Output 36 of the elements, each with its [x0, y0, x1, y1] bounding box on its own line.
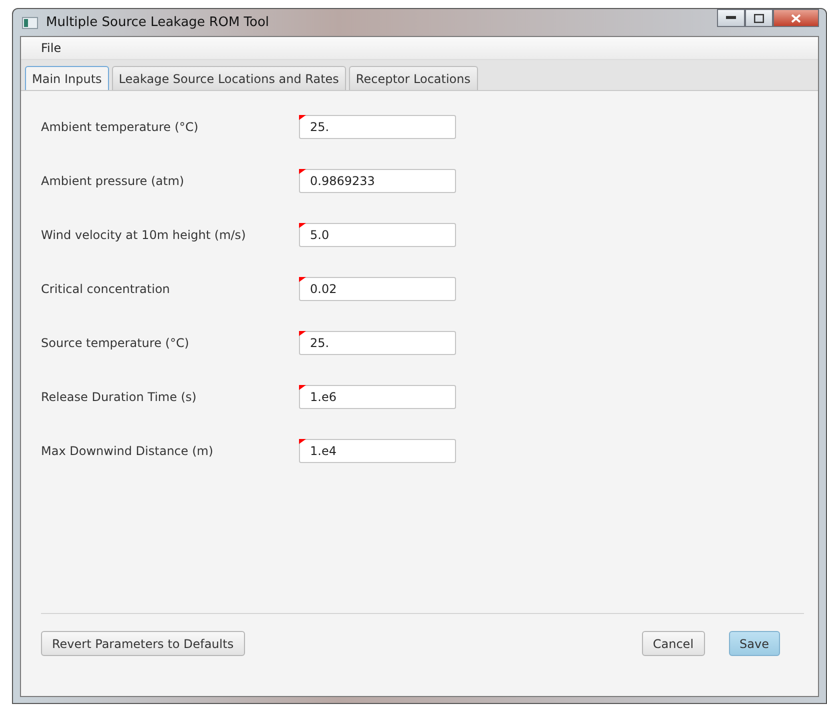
field-label: Ambient temperature (°C): [41, 120, 200, 134]
action-button[interactable]: Save: [728, 631, 780, 656]
field-label: Wind velocity at 10m height (m/s): [41, 228, 247, 242]
corner-mark-icon: [299, 169, 306, 174]
tab[interactable]: Main Inputs: [25, 66, 109, 90]
maximize-button[interactable]: [745, 9, 773, 27]
app-icon: [22, 16, 38, 28]
close-button[interactable]: [773, 9, 819, 27]
field-label: Ambient pressure (atm): [41, 174, 186, 188]
input-field[interactable]: 1.e6: [299, 385, 456, 409]
corner-mark-icon: [299, 385, 306, 390]
tab[interactable]: Leakage Source Locations and Rates: [112, 66, 346, 90]
input-field[interactable]: 1.e4: [299, 439, 456, 463]
corner-mark-icon: [299, 223, 306, 228]
minimize-icon: [726, 16, 736, 20]
corner-mark-icon: [299, 331, 306, 336]
field-label: Release Duration Time (s): [41, 390, 198, 404]
input-field[interactable]: 25.: [299, 331, 456, 355]
input-field[interactable]: 5.0: [299, 223, 456, 247]
window-title: Multiple Source Leakage ROM Tool: [46, 15, 270, 30]
close-icon: [791, 14, 801, 22]
input-field[interactable]: 0.02: [299, 277, 456, 301]
maximize-icon: [754, 14, 764, 22]
action-button[interactable]: Revert Parameters to Defaults: [41, 631, 245, 656]
action-button[interactable]: Cancel: [642, 631, 705, 656]
minimize-button[interactable]: [717, 9, 745, 27]
input-field[interactable]: 25.: [299, 115, 456, 139]
field-label: Critical concentration: [41, 282, 171, 296]
corner-mark-icon: [299, 115, 306, 120]
corner-mark-icon: [299, 277, 306, 282]
corner-mark-icon: [299, 439, 306, 444]
field-label: Max Downwind Distance (m): [41, 444, 214, 458]
tab[interactable]: Receptor Locations: [348, 66, 478, 90]
input-field[interactable]: 0.9869233: [299, 169, 456, 193]
field-label: Source temperature (°C): [41, 336, 190, 350]
menu-item[interactable]: File: [41, 41, 62, 55]
